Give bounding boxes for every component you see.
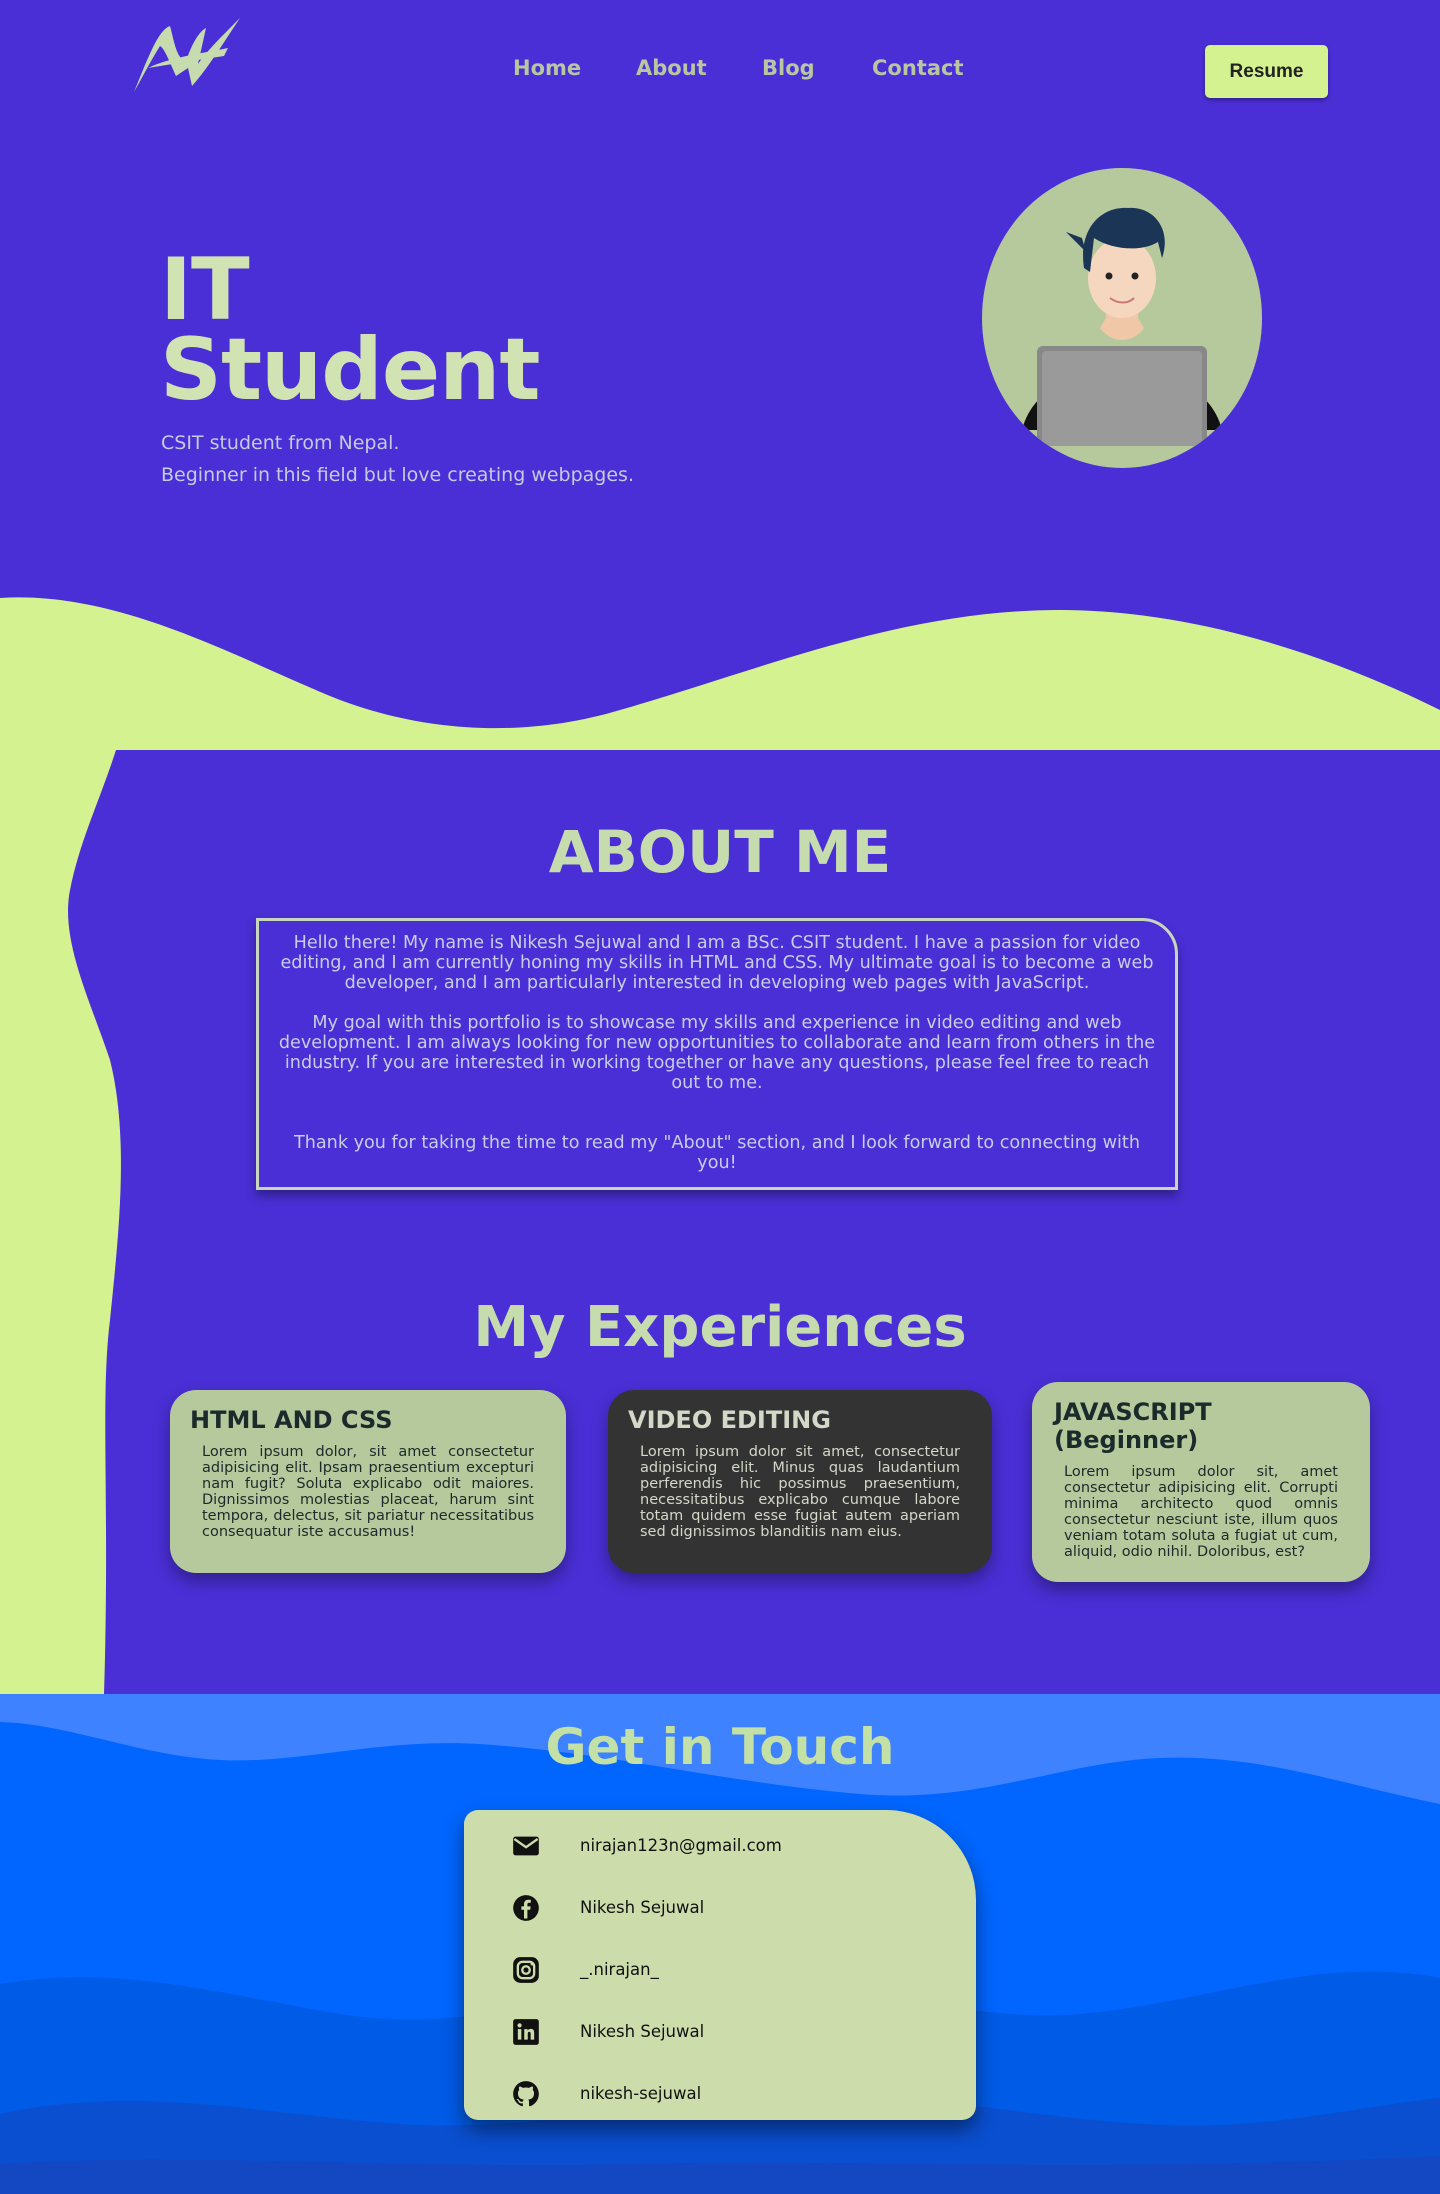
experiences-title: My Experiences — [473, 1295, 967, 1360]
contact-github-link[interactable]: nikesh-sejuwal — [464, 2074, 976, 2114]
hero-subtitle-1: CSIT student from Nepal. — [161, 432, 400, 454]
about-paragraph-2: My goal with this portfolio is to showca… — [278, 1013, 1156, 1093]
contact-instagram-link[interactable]: _.nirajan_ — [464, 1950, 976, 1990]
resume-button[interactable]: Resume — [1205, 45, 1328, 98]
nav-blog-link[interactable]: Blog — [762, 56, 815, 80]
contact-github-text: nikesh-sejuwal — [580, 2084, 702, 2103]
about-paragraph-1: Hello there! My name is Nikesh Sejuwal a… — [280, 933, 1154, 993]
avatar — [982, 168, 1262, 468]
contact-linkedin-link[interactable]: Nikesh Sejuwal — [464, 2012, 976, 2052]
contact-email-link[interactable]: nirajan123n@gmail.com — [464, 1826, 976, 1866]
experience-card-text: Lorem ipsum dolor sit amet, consectetur … — [640, 1444, 960, 1540]
about-paragraph-3: Thank you for taking the time to read my… — [294, 1133, 1140, 1173]
hero-subtitle-2: Beginner in this field but love creating… — [161, 464, 634, 486]
hero-title-line1: IT — [160, 240, 250, 340]
experience-card-html-css: HTML AND CSS Lorem ipsum dolor, sit amet… — [170, 1390, 566, 1573]
experience-card-title: VIDEO EDITING — [628, 1406, 831, 1434]
contact-title: Get in Touch — [545, 1718, 895, 1776]
contact-facebook-link[interactable]: Nikesh Sejuwal — [464, 1888, 976, 1928]
contact-card: nirajan123n@gmail.com Nikesh Sejuwal _.n… — [464, 1810, 976, 2120]
contact-linkedin-text: Nikesh Sejuwal — [580, 2022, 705, 2041]
email-icon — [513, 1836, 539, 1856]
hero-title: IT Student — [160, 240, 540, 420]
contact-email-text: nirajan123n@gmail.com — [580, 1836, 782, 1855]
about-title: ABOUT ME — [548, 818, 892, 886]
experience-card-text: Lorem ipsum dolor sit, amet consectetur … — [1064, 1464, 1338, 1560]
contact-instagram-text: _.nirajan_ — [580, 1960, 659, 1979]
instagram-icon — [513, 1957, 539, 1983]
facebook-icon — [513, 1895, 539, 1921]
hero-title-line2: Student — [160, 320, 540, 420]
logo[interactable] — [128, 18, 240, 94]
experience-card-javascript: JAVASCRIPT (Beginner) Lorem ipsum dolor … — [1032, 1382, 1370, 1582]
nav-contact-link[interactable]: Contact — [872, 56, 964, 80]
experience-card-title: JAVASCRIPT (Beginner) — [1054, 1398, 1212, 1454]
linkedin-icon — [513, 2019, 539, 2045]
about-box: Hello there! My name is Nikesh Sejuwal a… — [256, 918, 1178, 1190]
experience-card-title: HTML AND CSS — [190, 1406, 393, 1434]
nav-home-link[interactable]: Home — [513, 56, 581, 80]
github-icon — [513, 2081, 539, 2107]
experience-card-text: Lorem ipsum dolor, sit amet consectetur … — [202, 1444, 534, 1540]
contact-facebook-text: Nikesh Sejuwal — [580, 1898, 705, 1917]
nav-about-link[interactable]: About — [636, 56, 707, 80]
experience-card-video-editing: VIDEO EDITING Lorem ipsum dolor sit amet… — [608, 1390, 992, 1573]
